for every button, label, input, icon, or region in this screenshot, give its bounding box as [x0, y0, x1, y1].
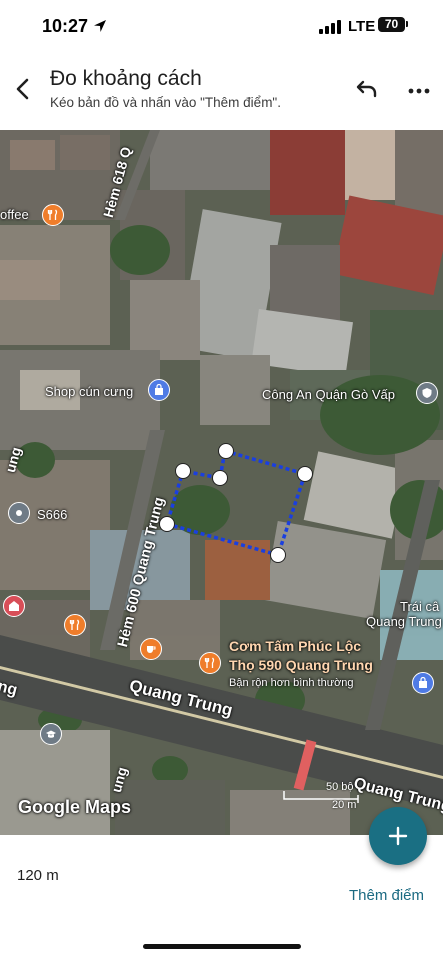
page-title: Đo khoảng cách	[50, 67, 202, 90]
battery-level: 70	[384, 17, 399, 31]
measurement-point[interactable]	[175, 463, 191, 479]
measurement-point[interactable]	[270, 547, 286, 563]
cafe-icon[interactable]	[140, 638, 162, 660]
busy-status: Bận rộn hơn bình thường	[229, 677, 354, 689]
store-icon[interactable]	[3, 595, 25, 617]
place-label-s666[interactable]: S666	[37, 507, 67, 522]
measurement-point[interactable]	[212, 470, 228, 486]
clock: 10:27	[42, 16, 89, 36]
place-label-restaurant-line2[interactable]: Thọ 590 Quang Trung	[229, 657, 373, 673]
battery-tip	[406, 21, 408, 27]
shopping-bag-icon-right[interactable]	[412, 672, 434, 694]
police-icon[interactable]	[416, 382, 438, 404]
location-arrow-icon	[94, 20, 106, 32]
restaurant-icon-left[interactable]	[64, 614, 86, 636]
restaurant-icon-main[interactable]	[199, 652, 221, 674]
back-arrow-icon[interactable]	[8, 74, 38, 104]
header: Đo khoảng cách Kéo bản đồ và nhấn vào "T…	[0, 52, 443, 130]
measurement-point[interactable]	[159, 516, 175, 532]
home-indicator[interactable]	[143, 944, 301, 949]
network-type: LTE	[348, 18, 376, 35]
shopping-bag-icon[interactable]	[148, 379, 170, 401]
location-pin-icon[interactable]	[8, 502, 30, 524]
place-label-restaurant-line1[interactable]: Cơm Tấm Phúc Lộc	[229, 638, 361, 654]
measurement-point[interactable]	[297, 466, 313, 482]
battery-icon: 70	[378, 17, 405, 32]
satellite-map[interactable]: Hẻm 618 Q Hẻm 600 Quang Trung Quang Trun…	[0, 130, 443, 835]
place-label-shop[interactable]: Shop cún cưng	[45, 384, 133, 399]
place-label-fruit-street[interactable]: Quang Trung	[366, 614, 442, 629]
place-label-fruit[interactable]: Trái câ	[400, 599, 439, 614]
scale-meters: 20 m	[332, 799, 357, 811]
graduation-cap-icon[interactable]	[40, 723, 62, 745]
measurement-point[interactable]	[218, 443, 234, 459]
status-bar: 10:27 LTE 70	[0, 0, 443, 52]
measured-distance: 120 m	[17, 867, 59, 884]
map-scale: 50 bộ 20 m	[282, 781, 362, 815]
place-label-police[interactable]: Công An Quận Gò Vấp	[262, 387, 395, 402]
signal-strength-icon	[319, 20, 341, 34]
add-point-link[interactable]: Thêm điểm	[349, 887, 424, 904]
place-label-coffee[interactable]: offee	[0, 207, 29, 222]
add-point-button[interactable]	[369, 807, 427, 865]
google-maps-logo: Google Maps	[18, 797, 132, 817]
undo-icon[interactable]	[350, 76, 380, 106]
plus-icon	[388, 826, 408, 846]
page-subtitle: Kéo bản đồ và nhấn vào "Thêm điểm".	[50, 95, 281, 110]
restaurant-icon[interactable]	[42, 204, 64, 226]
more-options-icon[interactable]	[404, 76, 434, 106]
scale-feet: 50 bộ	[326, 781, 354, 793]
